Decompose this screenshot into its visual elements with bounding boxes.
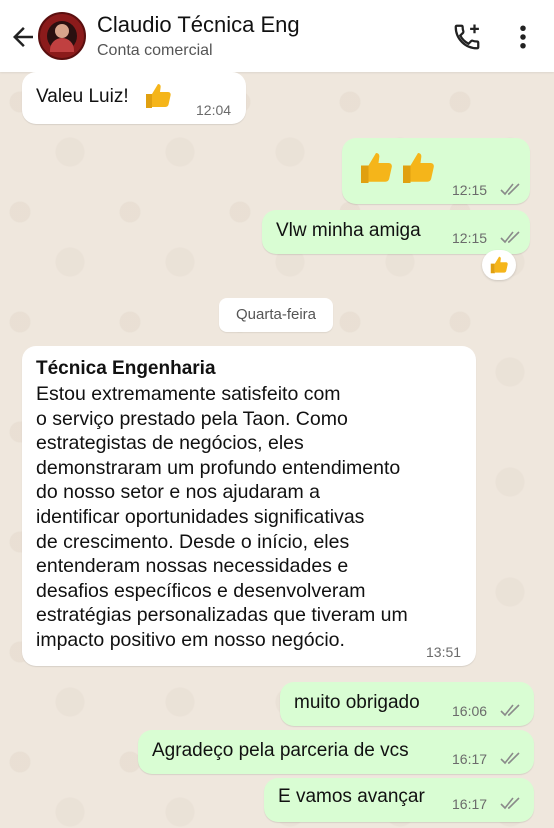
message-text: muito obrigado [294, 692, 420, 713]
thumbs-up-icon [146, 84, 171, 108]
message-bubble[interactable]: Agradeço pela parceria de vcs 16:17 [138, 730, 534, 774]
message-time: 12:04 [196, 102, 232, 118]
message-sender: Técnica Engenharia [36, 358, 216, 379]
thumbs-up-icon [490, 256, 508, 274]
contact-status: Conta comercial [97, 42, 213, 59]
message-text: Estou extremamente satisfeito com o serv… [36, 383, 408, 651]
message-bubble[interactable]: Vlw minha amiga 12:15 [262, 210, 530, 254]
message-text: Vlw minha amiga [276, 220, 421, 241]
read-ticks-icon [500, 752, 520, 765]
message-bubble[interactable]: E vamos avançar 16:17 [264, 778, 534, 822]
chat-header: Claudio Técnica Eng Conta comercial [0, 0, 554, 72]
message-time: 12:15 [452, 182, 488, 198]
thumbs-up-icon [403, 153, 434, 183]
message-time: 16:06 [452, 703, 488, 719]
message-text: Valeu Luiz! [36, 86, 129, 107]
reaction-badge[interactable] [482, 250, 516, 280]
read-ticks-icon [500, 704, 520, 717]
message-time: 16:17 [452, 751, 488, 767]
date-separator-label: Quarta-feira [235, 306, 317, 323]
contact-name[interactable]: Claudio Técnica Eng [97, 12, 300, 38]
thumbs-up-icon [361, 153, 392, 183]
add-call-icon[interactable] [452, 22, 482, 52]
message-time: 13:51 [426, 644, 462, 660]
back-arrow-icon[interactable] [8, 22, 38, 52]
message-bubble[interactable]: muito obrigado 16:06 [280, 682, 534, 726]
date-separator: Quarta-feira [219, 298, 333, 332]
read-ticks-icon [500, 183, 520, 196]
message-time: 16:17 [452, 796, 488, 812]
read-ticks-icon [500, 797, 520, 810]
read-ticks-icon [500, 231, 520, 244]
message-text: E vamos avançar [278, 786, 425, 807]
avatar[interactable] [38, 12, 86, 60]
more-vert-icon[interactable] [512, 22, 534, 52]
message-time: 12:15 [452, 230, 488, 246]
message-text: Agradeço pela parceria de vcs [152, 740, 409, 761]
message-bubble[interactable]: 12:15 [342, 138, 530, 204]
message-bubble[interactable]: Valeu Luiz! 12:04 [22, 72, 246, 124]
